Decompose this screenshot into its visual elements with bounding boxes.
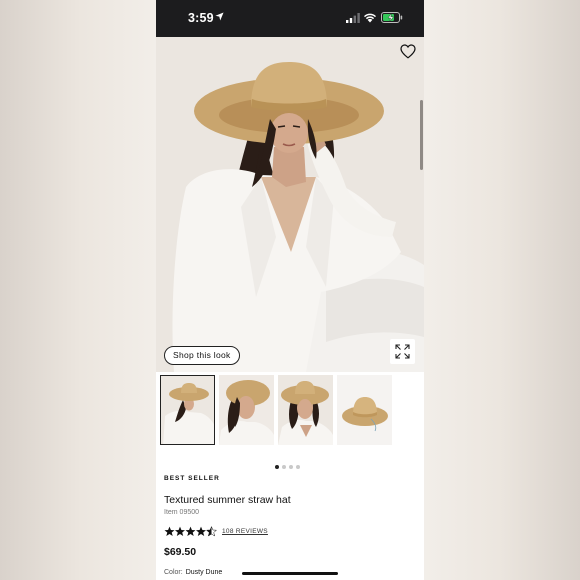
reviews-link[interactable]: 108 REVIEWS [222,528,268,535]
product-main-image[interactable] [156,37,424,372]
gallery-pagination[interactable] [275,456,303,469]
image-thumbnails [160,375,420,445]
pagination-dot[interactable] [289,465,293,469]
heart-icon[interactable] [400,44,416,59]
color-label: Color: [164,569,183,576]
scroll-indicator[interactable] [420,100,423,170]
thumbnail-2[interactable] [219,375,274,445]
status-bar: 3:59 [156,0,424,37]
pagination-dot[interactable] [282,465,286,469]
star-icon [164,526,175,536]
star-icon [175,526,185,536]
status-time: 3:59 [188,11,214,25]
color-selector-label: Color: Dusty Dune [164,569,222,576]
wifi-icon [364,13,376,23]
thumbnail-image [219,375,274,445]
thumbnail-3[interactable] [278,375,333,445]
product-price: $69.50 [164,546,197,558]
model-photo [156,37,424,372]
home-indicator[interactable] [242,572,338,575]
star-icon [206,526,217,537]
star-rating[interactable] [164,525,218,537]
expand-image-button[interactable] [390,339,415,364]
pagination-dot[interactable] [296,465,300,469]
best-seller-badge: BEST SELLER [164,475,220,482]
location-arrow-icon [215,12,224,21]
pagination-dot[interactable] [275,465,279,469]
shop-this-look-button[interactable]: Shop this look [164,346,240,365]
phone-screen: 3:59 Shop this look BEST SELLER Textured… [156,0,424,580]
cellular-signal-icon [346,13,360,23]
thumbnail-1[interactable] [160,375,215,445]
thumbnail-image [337,375,392,445]
battery-charging-icon [381,12,403,23]
star-icon [196,526,206,536]
star-icon [185,526,196,536]
thumbnail-4[interactable] [337,375,392,445]
product-title: Textured summer straw hat [164,494,291,506]
item-number: Item 09500 [164,509,200,516]
thumbnail-image [161,376,214,444]
color-value: Dusty Dune [185,569,223,576]
thumbnail-image [278,375,333,445]
expand-icon [395,344,410,359]
